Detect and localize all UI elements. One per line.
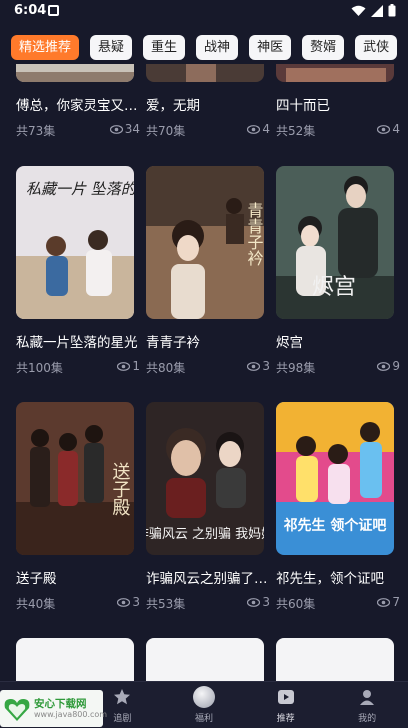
tab-rebirth[interactable]: 重生 <box>143 34 186 60</box>
poster-caption: 诈骗风云 之别骗 我妈妈 <box>146 527 264 542</box>
tab-son-in-law[interactable]: 赘婿 <box>302 34 345 60</box>
view-count: 34 <box>109 122 140 136</box>
drama-card[interactable]: 送子殿 送子殿 共40集 3 <box>16 402 140 618</box>
episode-count: 共40集 <box>16 597 56 611</box>
notification-icon <box>48 5 59 16</box>
poster-image: 青青子衿 <box>146 166 264 319</box>
poster-image: 私藏一片 坠落的星光 <box>16 166 134 319</box>
signal-icon <box>371 4 383 17</box>
view-count-value: 9 <box>392 359 400 373</box>
view-count-value: 3 <box>262 595 270 609</box>
play-icon <box>277 690 294 704</box>
eye-icon <box>247 597 261 607</box>
drama-title: 四十而已 <box>276 98 330 114</box>
watermark-url: www.java800.com <box>34 709 108 719</box>
poster-image: 烬宫 <box>276 166 394 319</box>
episode-count: 共98集 <box>276 361 316 375</box>
nav-item-welfare[interactable]: 福利 <box>163 682 245 728</box>
episode-count: 共70集 <box>146 124 186 138</box>
poster-image: 祁先生 领个证吧 <box>276 402 394 555</box>
view-count: 4 <box>247 122 270 136</box>
status-icons <box>351 4 396 17</box>
view-count-value: 4 <box>262 122 270 136</box>
category-tabs: 精选推荐 悬疑 重生 战神 神医 赘婿 武侠 <box>0 30 408 64</box>
site-watermark: 安心下载网 www.java800.com <box>0 690 107 727</box>
poster-image: 诈骗风云 之别骗 我妈妈 <box>146 402 264 555</box>
drama-card[interactable]: 爱，无期 共70集 4 <box>146 64 270 144</box>
tab-war-god[interactable]: 战神 <box>196 34 239 60</box>
drama-title: 烬宫 <box>276 335 303 351</box>
nav-label: 我的 <box>358 714 377 724</box>
drama-title: 祁先生，领个证吧 <box>276 571 384 587</box>
drama-card[interactable]: 青青子衿 青青子衿 共80集 3 <box>146 166 270 382</box>
poster-image <box>16 64 134 82</box>
poster-caption: 送子殿 <box>110 462 131 516</box>
tab-featured[interactable]: 精选推荐 <box>11 34 80 60</box>
view-count-value: 7 <box>392 595 400 609</box>
episode-count: 共60集 <box>276 597 316 611</box>
drama-card[interactable]: 祁先生 领个证吧 祁先生，领个证吧 共60集 7 <box>276 402 400 618</box>
view-count: 9 <box>377 359 400 373</box>
status-time: 6:04 <box>14 3 47 18</box>
nav-label: 推荐 <box>276 714 295 724</box>
status-bar: 6:04 <box>0 0 408 24</box>
drama-title: 私藏一片坠落的星光 <box>16 335 138 351</box>
view-count: 4 <box>377 122 400 136</box>
user-icon <box>360 690 375 705</box>
drama-title: 傅总，你家灵宝又闯祸了 <box>16 98 140 114</box>
star-icon <box>114 689 131 705</box>
eye-icon <box>117 597 131 607</box>
view-count-value: 3 <box>262 359 270 373</box>
drama-card[interactable]: 私藏一片 坠落的星光 私藏一片坠落的星光 共100集 1 <box>16 166 140 382</box>
poster-caption: 私藏一片 坠落的星光 <box>26 180 134 198</box>
view-count-value: 3 <box>132 595 140 609</box>
poster-caption: 青青子衿 <box>245 202 264 266</box>
tab-doctor[interactable]: 神医 <box>249 34 292 60</box>
view-count: 1 <box>117 359 140 373</box>
episode-count: 共80集 <box>146 361 186 375</box>
poster-image: 送子殿 <box>16 402 134 555</box>
view-count: 3 <box>247 595 270 609</box>
poster-caption: 祁先生 领个证吧 <box>284 517 387 534</box>
nav-item-recommend[interactable]: 推荐 <box>245 682 327 728</box>
eye-icon <box>247 361 261 371</box>
drama-title: 青青子衿 <box>146 335 200 351</box>
poster-image <box>276 64 394 82</box>
eye-icon <box>109 124 123 134</box>
eye-icon <box>117 361 131 371</box>
nav-item-profile[interactable]: 我的 <box>326 682 408 728</box>
nav-label: 福利 <box>194 714 213 724</box>
view-count-value: 34 <box>124 122 140 136</box>
episode-count: 共73集 <box>16 124 56 138</box>
watermark-logo-icon <box>4 698 30 721</box>
view-count-value: 4 <box>392 122 400 136</box>
gift-orb-icon <box>192 686 215 708</box>
wifi-icon <box>351 5 366 16</box>
view-count: 3 <box>117 595 140 609</box>
episode-count: 共53集 <box>146 597 186 611</box>
poster-caption: 烬宫 <box>312 275 356 300</box>
poster-image <box>146 64 264 82</box>
watermark-title: 安心下载网 <box>34 697 87 710</box>
eye-icon <box>377 597 391 607</box>
drama-title: 爱，无期 <box>146 98 200 114</box>
drama-title: 诈骗风云之别骗了我妈妈 <box>146 571 270 587</box>
view-count-value: 1 <box>132 359 140 373</box>
drama-card[interactable]: 傅总，你家灵宝又闯祸了 共73集 34 <box>16 64 140 144</box>
eye-icon <box>377 124 391 134</box>
drama-card[interactable]: 诈骗风云 之别骗 我妈妈 诈骗风云之别骗了我妈妈 共53集 3 <box>146 402 270 618</box>
drama-card[interactable]: 四十而已 共52集 4 <box>276 64 400 144</box>
eye-icon <box>377 361 391 371</box>
view-count: 7 <box>377 595 400 609</box>
tab-suspense[interactable]: 悬疑 <box>90 34 133 60</box>
drama-title: 送子殿 <box>16 571 57 587</box>
episode-count: 共52集 <box>276 124 316 138</box>
episode-count: 共100集 <box>16 361 63 375</box>
view-count: 3 <box>247 359 270 373</box>
eye-icon <box>247 124 261 134</box>
tab-martial-arts[interactable]: 武侠 <box>355 34 398 60</box>
drama-card[interactable]: 烬宫 烬宫 共98集 9 <box>276 166 400 382</box>
battery-icon <box>388 4 396 17</box>
